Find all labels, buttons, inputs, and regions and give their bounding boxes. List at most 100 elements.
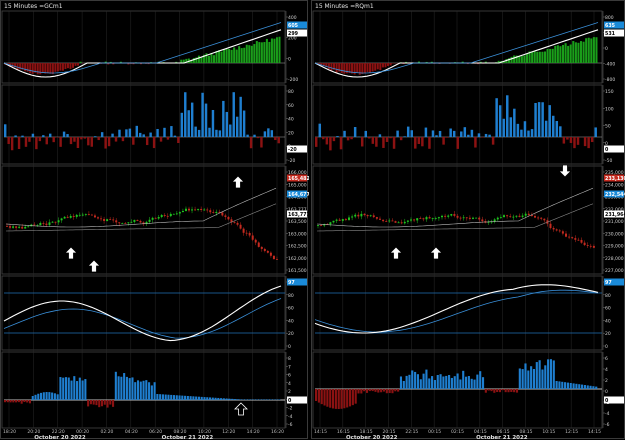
lower-histogram-bar [203, 397, 205, 400]
histogram-bar [368, 137, 370, 138]
candle [553, 228, 555, 229]
candle [410, 219, 412, 220]
macd-bar [387, 63, 389, 66]
macd-bar [218, 50, 220, 63]
lower-histogram-bar [176, 395, 178, 400]
lower-histogram-bar [195, 397, 197, 400]
histogram-bar [4, 124, 6, 137]
lower-histogram-bar [273, 400, 275, 401]
lower-histogram-bar [476, 375, 478, 389]
candle [444, 216, 446, 217]
macd-bar [374, 63, 376, 71]
candle [562, 231, 564, 233]
lower-histogram-bar [70, 381, 72, 400]
macd-bar [377, 63, 379, 69]
chart-canvas[interactable]: 8004000-400-800150100500-50235,000234,00… [312, 1, 625, 440]
candle [188, 209, 190, 211]
lower-histogram-bar [547, 359, 549, 389]
candle [109, 219, 111, 220]
lower-histogram-bar [145, 380, 147, 400]
candle [568, 237, 570, 238]
lower-histogram-bar [394, 389, 396, 391]
lower-histogram-bar [479, 371, 481, 389]
histogram-bar [333, 137, 335, 141]
lower-histogram-bar [267, 400, 269, 401]
macd-bar [256, 41, 258, 63]
histogram-bar [411, 130, 413, 137]
lower-histogram-bar [190, 396, 192, 400]
macd-bar [521, 56, 523, 63]
histogram-bar [584, 137, 586, 146]
macd-bar [379, 63, 381, 70]
macd-bar [356, 63, 358, 73]
macd-bar [72, 63, 74, 68]
candle [273, 256, 275, 259]
candle [590, 246, 592, 247]
lower-histogram-bar [519, 368, 521, 389]
macd-bar [37, 63, 39, 74]
macd-bar [241, 48, 243, 63]
macd-bar [330, 63, 332, 71]
histogram-bar [556, 121, 558, 137]
lower-histogram-bar [451, 378, 453, 389]
lower-histogram-bar [584, 385, 586, 389]
candle [466, 217, 468, 218]
histogram-bar [375, 137, 377, 147]
chart-panel-right[interactable]: 15 Minutes =RQm1 8004000-400-80015010050… [311, 0, 625, 439]
macd-bar [263, 42, 265, 63]
time-axis-label: 00:15 [428, 429, 441, 435]
candle [124, 223, 126, 224]
histogram-bar [393, 137, 395, 149]
lower-histogram-bar [383, 389, 385, 392]
lower-histogram-bar [151, 385, 153, 400]
chart-canvas[interactable]: 4002000-200806040200-20166,000165,000164… [1, 1, 309, 440]
lower-histogram-bar [536, 362, 538, 389]
histogram-bar [184, 92, 186, 137]
lower-histogram-bar [510, 389, 512, 392]
lower-histogram-bar [165, 395, 167, 400]
moving-average-line [317, 188, 593, 227]
candle [112, 219, 114, 220]
lower-histogram-bar [54, 393, 56, 400]
histogram-bar [382, 137, 384, 148]
histogram-bar [52, 137, 54, 142]
macd-bar [372, 63, 374, 72]
lower-histogram-bar [482, 377, 484, 389]
macd-bar [236, 50, 238, 63]
chart-panel-left[interactable]: 15 Minutes =GCm1 4002000-200806040200-20… [0, 0, 308, 439]
candle [398, 222, 400, 223]
axis-tick-label: 150 [605, 89, 614, 95]
lower-histogram-bar [524, 363, 526, 389]
lower-histogram-bar [57, 394, 59, 400]
candle [73, 216, 75, 217]
macd-bar [200, 58, 202, 63]
candle [85, 214, 87, 215]
lower-histogram-bar [473, 380, 475, 389]
macd-bar [238, 46, 240, 63]
histogram-bar [146, 137, 148, 145]
candle [364, 214, 366, 215]
candle [367, 215, 369, 216]
lower-histogram-bar [4, 400, 6, 402]
histogram-bar [548, 105, 550, 137]
macd-bar [246, 45, 248, 63]
candle [152, 218, 154, 220]
candle [453, 214, 455, 216]
lower-histogram-bar [541, 370, 543, 389]
macd-bar [562, 45, 564, 63]
candle [457, 216, 459, 218]
candle [472, 218, 474, 219]
lower-histogram-bar [129, 378, 131, 400]
lower-histogram-bar [95, 400, 97, 405]
candle [270, 253, 272, 256]
candle [42, 223, 44, 224]
histogram-bar [163, 128, 165, 137]
axis-tick-label: 229,000 [605, 244, 624, 250]
histogram-bar [205, 104, 207, 137]
candle [79, 215, 81, 216]
lower-histogram-bar [527, 371, 529, 389]
histogram-bar [226, 112, 228, 137]
lower-histogram-bar [442, 376, 444, 389]
lower-histogram-bar [253, 400, 255, 401]
lower-histogram-bar [561, 382, 563, 389]
